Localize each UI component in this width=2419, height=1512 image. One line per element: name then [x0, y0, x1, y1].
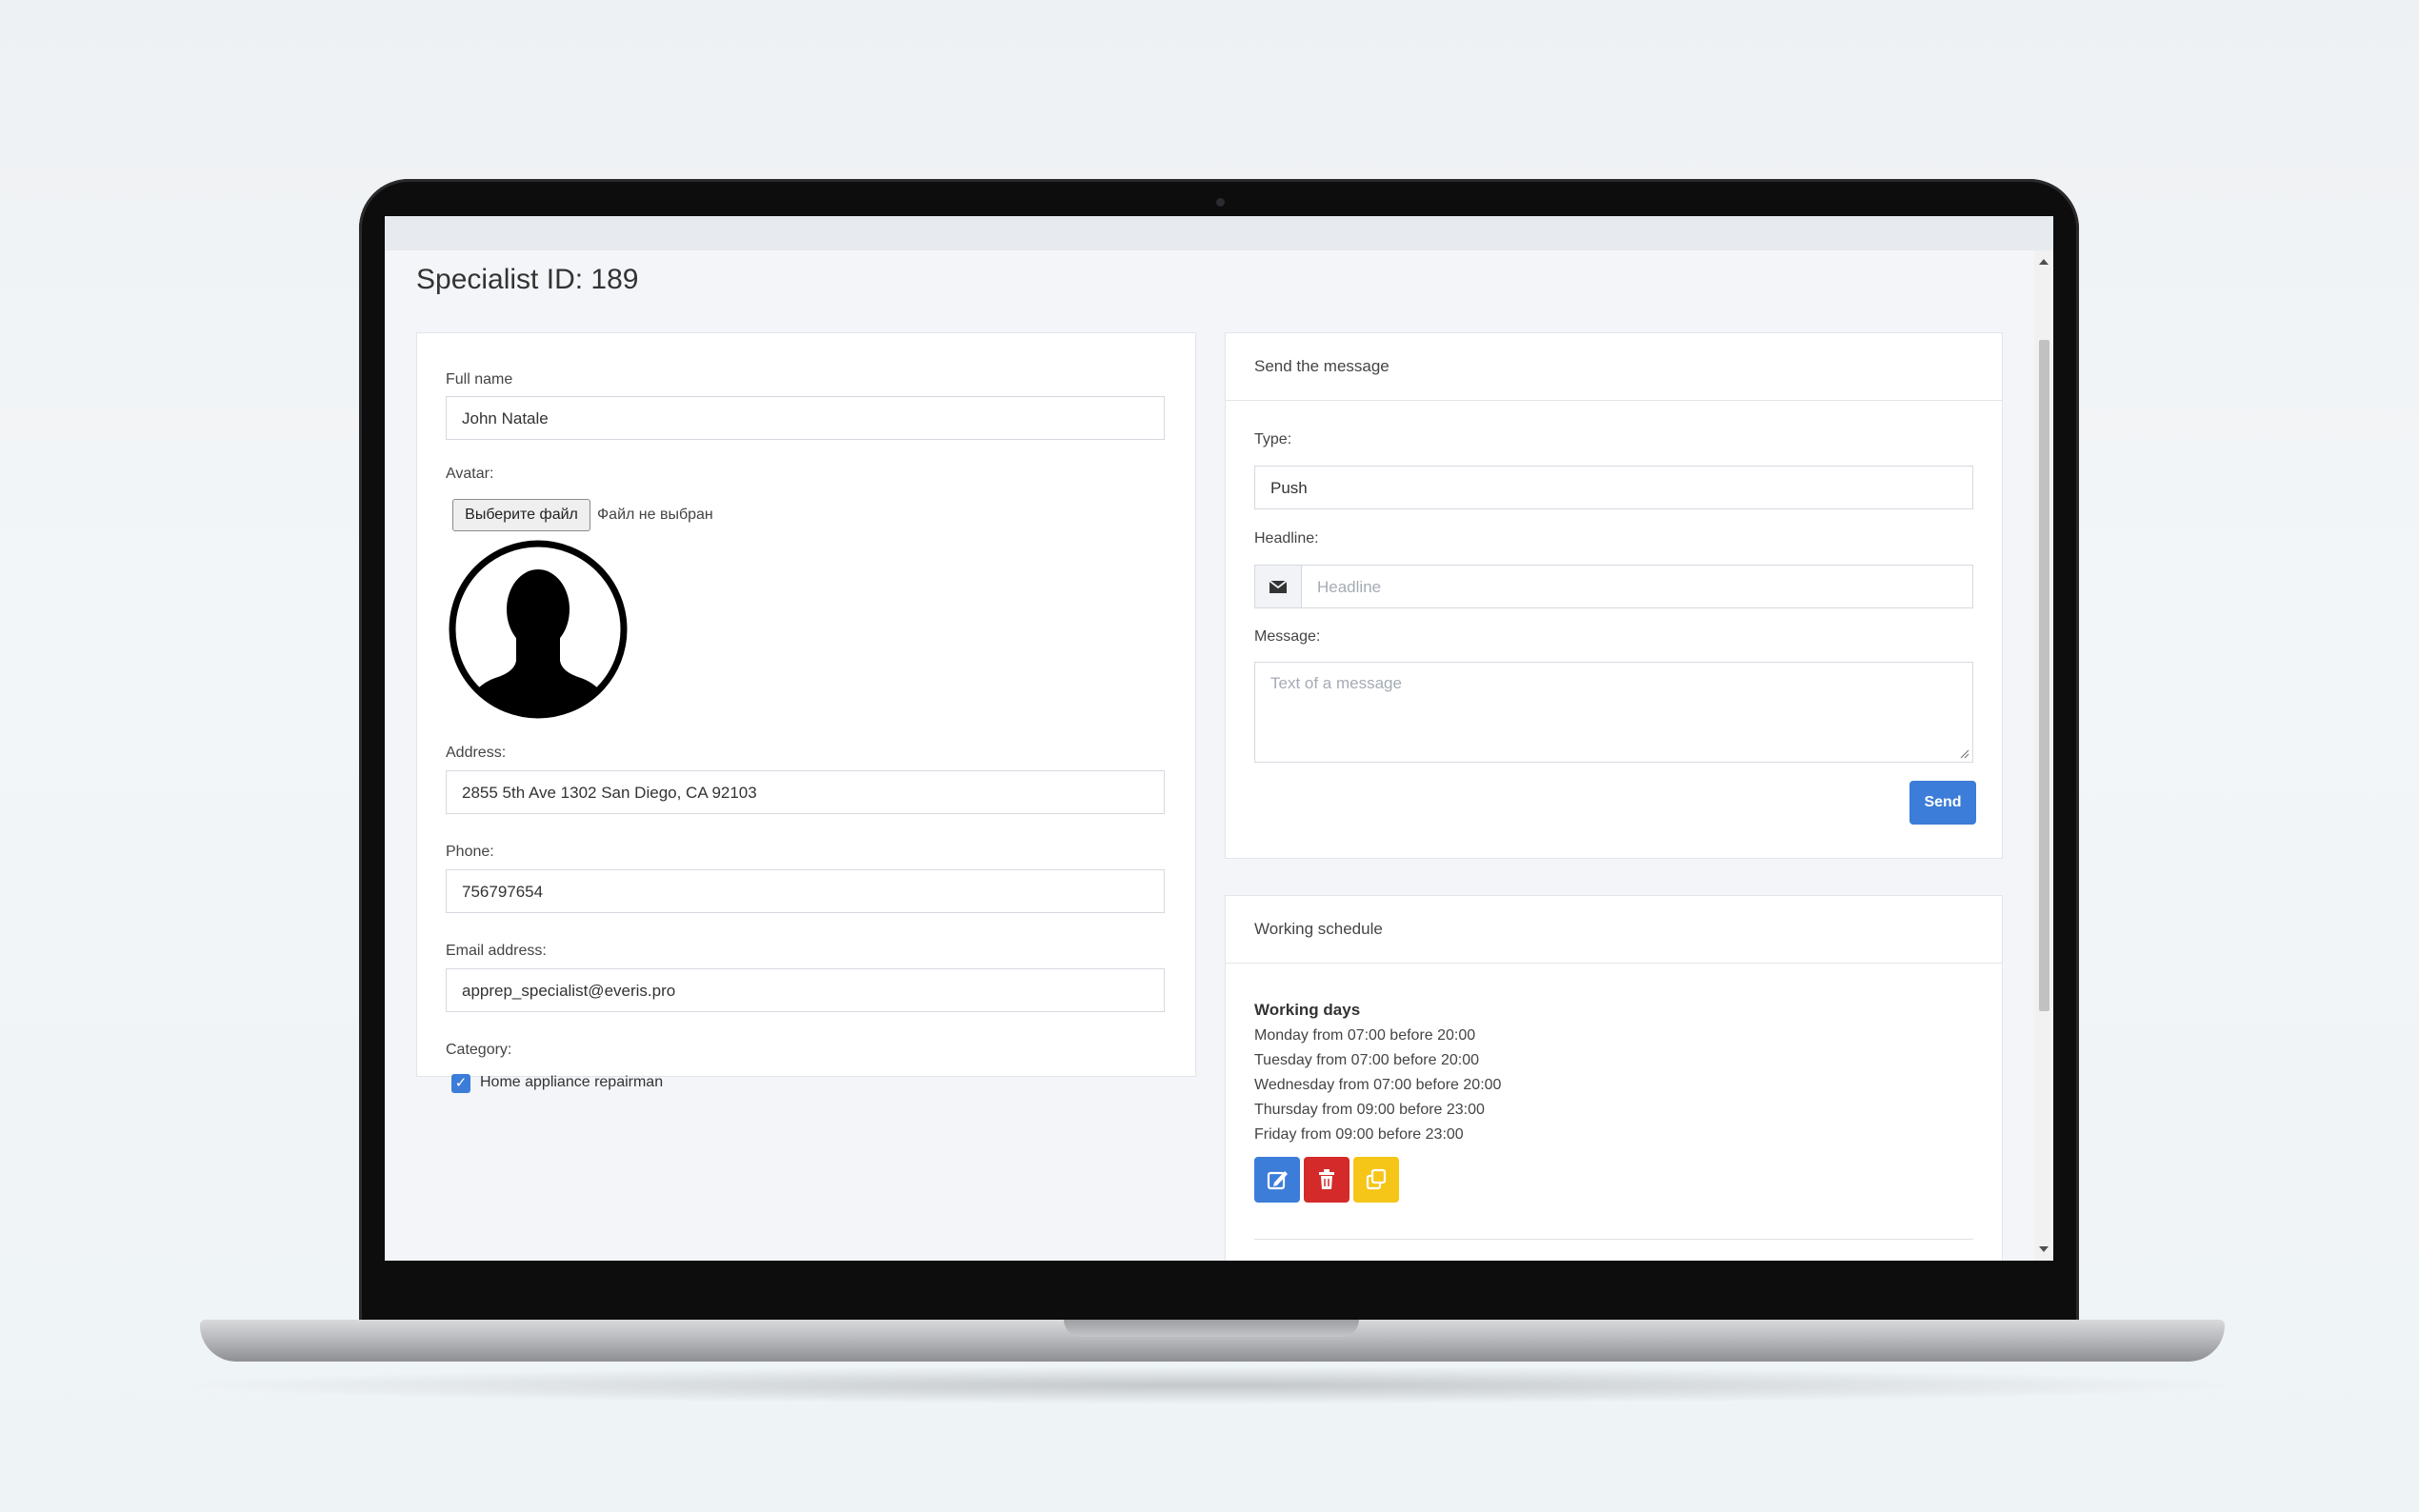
- resize-grip-icon[interactable]: [1958, 747, 1969, 759]
- type-select[interactable]: Push: [1254, 466, 1973, 509]
- delete-schedule-button[interactable]: [1304, 1157, 1349, 1203]
- profile-card: Full name John Natale Avatar: Выберите ф…: [416, 332, 1196, 1093]
- app-screen: Specialist ID: 189 Full name John Natale…: [385, 216, 2053, 1261]
- headline-label: Headline:: [1254, 530, 1319, 547]
- schedule-divider: [1254, 1239, 1973, 1240]
- message-placeholder: Text of a message: [1270, 674, 1402, 692]
- person-silhouette-icon: [449, 540, 628, 719]
- headline-input[interactable]: Headline: [1301, 565, 1973, 608]
- copy-icon: [1366, 1168, 1387, 1190]
- phone-label: Phone:: [446, 844, 494, 860]
- edit-icon: [1267, 1171, 1288, 1190]
- envelope-icon: [1269, 580, 1288, 593]
- full-name-input[interactable]: John Natale: [446, 396, 1165, 440]
- avatar-label: Avatar:: [446, 466, 494, 482]
- laptop-opening-notch: [1064, 1320, 1359, 1337]
- choose-file-button[interactable]: Выберите файл: [452, 499, 590, 531]
- working-days-title: Working days: [1254, 1001, 1361, 1019]
- headline-addon: [1254, 565, 1302, 608]
- working-schedule-header: Working schedule: [1226, 896, 2002, 964]
- schedule-day: Friday from 09:00 before 23:00: [1254, 1126, 1464, 1143]
- address-input[interactable]: 2855 5th Ave 1302 San Diego, CA 92103: [446, 770, 1165, 814]
- scroll-up-icon[interactable]: [2039, 259, 2049, 265]
- send-message-card: Send the message Type: Push Headline: He…: [1225, 332, 2003, 859]
- send-button[interactable]: Send: [1909, 781, 1976, 825]
- full-name-label: Full name: [446, 371, 513, 388]
- category-label: Category:: [446, 1042, 512, 1058]
- schedule-day: Tuesday from 07:00 before 20:00: [1254, 1052, 1479, 1068]
- copy-schedule-button[interactable]: [1353, 1157, 1399, 1203]
- edit-schedule-button[interactable]: [1254, 1157, 1300, 1203]
- message-textarea[interactable]: Text of a message: [1254, 662, 1973, 763]
- schedule-day: Wednesday from 07:00 before 20:00: [1254, 1077, 1502, 1093]
- category-checkbox[interactable]: ✓: [451, 1074, 470, 1093]
- trash-icon: [1319, 1169, 1334, 1189]
- phone-input[interactable]: 756797654: [446, 869, 1165, 913]
- schedule-day: Monday from 07:00 before 20:00: [1254, 1027, 1476, 1044]
- scroll-down-icon[interactable]: [2039, 1246, 2049, 1252]
- working-schedule-card: Working schedule Working days Monday fro…: [1225, 895, 2003, 1261]
- message-label: Message:: [1254, 628, 1321, 645]
- email-input[interactable]: apprep_specialist@everis.pro: [446, 968, 1165, 1012]
- webcam: [1216, 198, 1225, 207]
- floor-shadow: [171, 1366, 2248, 1404]
- send-message-header: Send the message: [1226, 333, 2002, 401]
- category-item-label: Home appliance repairman: [480, 1074, 664, 1090]
- top-bar: [385, 216, 2053, 250]
- scrollbar-thumb[interactable]: [2039, 340, 2049, 1011]
- page-title: Specialist ID: 189: [416, 264, 639, 295]
- type-label: Type:: [1254, 431, 1292, 448]
- email-label: Email address:: [446, 943, 547, 959]
- address-label: Address:: [446, 745, 507, 761]
- schedule-day: Thursday from 09:00 before 23:00: [1254, 1102, 1485, 1118]
- file-status-text: Файл не выбран: [597, 507, 713, 523]
